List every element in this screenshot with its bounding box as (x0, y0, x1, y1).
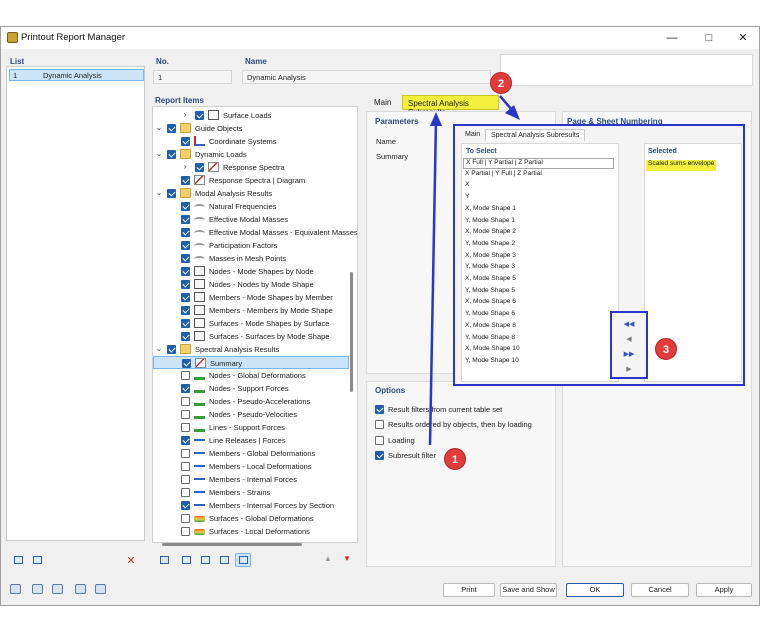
toolbar-icon-3[interactable] (50, 582, 66, 596)
language-icon[interactable] (93, 582, 109, 596)
callout-3: 3 (655, 338, 677, 360)
callout-2: 2 (490, 72, 512, 94)
help-icon[interactable] (8, 582, 24, 596)
apply-button[interactable]: Apply (696, 583, 752, 597)
callout-1: 1 (444, 448, 466, 470)
annotation-arrows (428, 95, 520, 446)
arrow-2-line (499, 95, 513, 111)
arrow-1-line (428, 119, 438, 446)
print-button[interactable]: Print (443, 583, 495, 597)
toolbar-icon-4[interactable] (73, 582, 89, 596)
toolbar-icon-2[interactable] (30, 582, 46, 596)
ok-button[interactable]: OK (566, 583, 624, 597)
save-and-show-button[interactable]: Save and Show (500, 583, 557, 597)
arrow-2-head (505, 105, 520, 120)
arrow-1-head (430, 112, 442, 126)
cancel-button[interactable]: Cancel (631, 583, 689, 597)
